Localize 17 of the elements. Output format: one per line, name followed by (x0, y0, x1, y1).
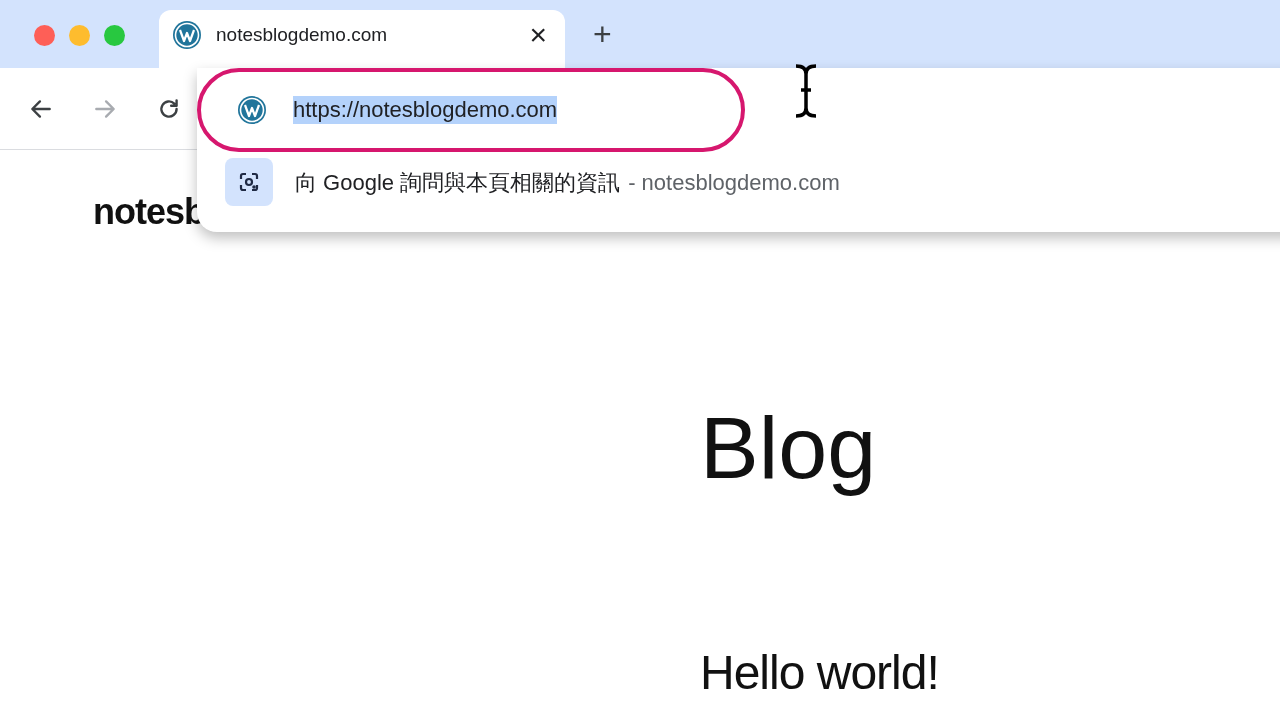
zoom-window-button[interactable] (104, 24, 125, 46)
url-text: https://notesblogdemo.com (293, 95, 558, 125)
wordpress-icon (237, 95, 267, 125)
suggestion-text: 向 Google 詢問與本頁相關的資訊 (295, 168, 621, 197)
suggestion-row[interactable]: 向 Google 詢問與本頁相關的資訊 - notesblogdemo.com (225, 158, 840, 206)
address-field[interactable]: https://notesblogdemo.com (197, 68, 745, 152)
suggestion-site: - notesblogdemo.com (628, 168, 840, 197)
close-tab-button[interactable]: × (523, 20, 553, 50)
close-window-button[interactable] (34, 24, 55, 46)
browser-tab[interactable]: notesblogdemo.com × (159, 10, 565, 68)
wordpress-icon (172, 20, 202, 50)
minimize-window-button[interactable] (69, 24, 90, 46)
page-heading: Blog (700, 397, 877, 499)
tab-title: notesblogdemo.com (216, 22, 389, 47)
lens-icon (225, 158, 273, 206)
post-title[interactable]: Hello world! (700, 644, 939, 702)
new-tab-button[interactable]: + (587, 18, 618, 50)
